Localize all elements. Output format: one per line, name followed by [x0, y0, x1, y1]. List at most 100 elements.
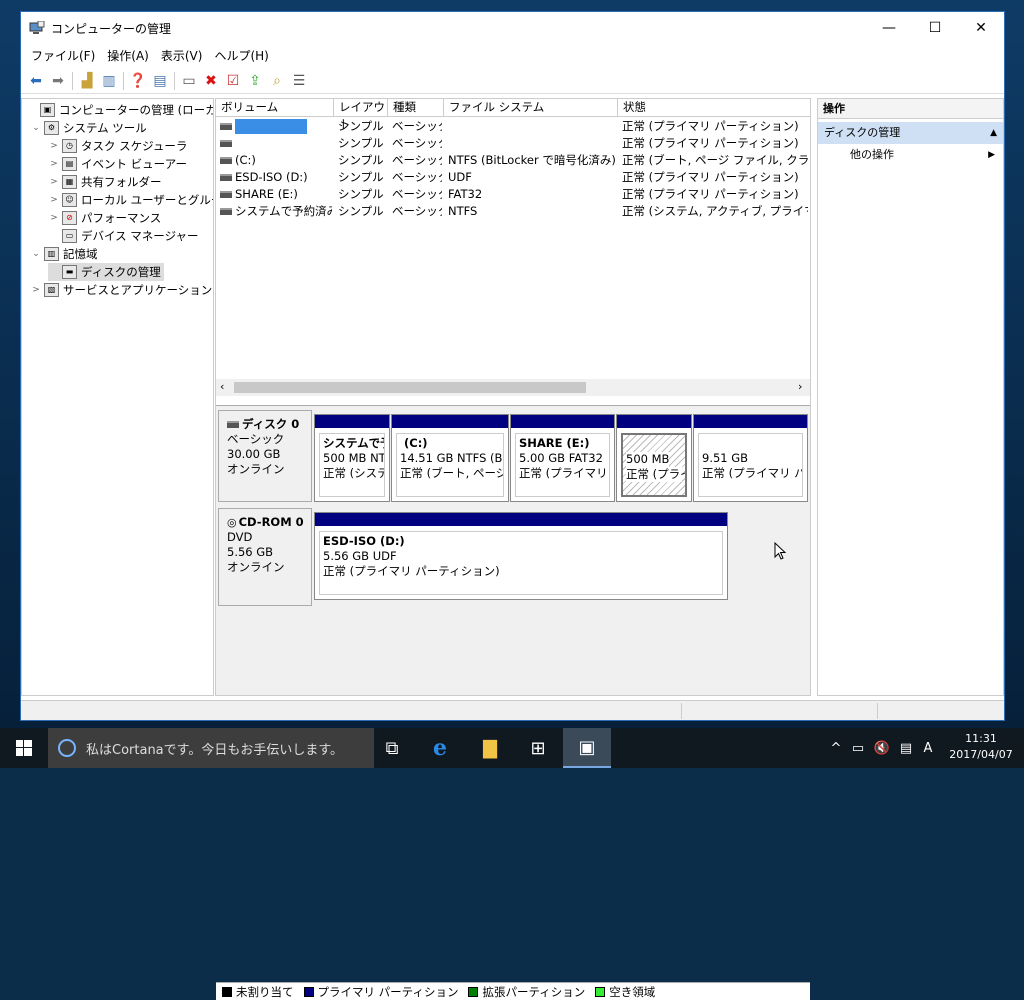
collapse-up-icon[interactable]: ▲ [990, 122, 997, 144]
tree-item-disk-management[interactable]: ▬ ディスクの管理 [48, 263, 164, 281]
show-hide-tree-icon[interactable]: ▥ [98, 70, 120, 92]
tree-item-task-scheduler[interactable]: > ◷ タスク スケジューラ [48, 137, 187, 155]
network-icon[interactable]: ▭ [846, 741, 870, 756]
close-button[interactable]: ✕ [958, 12, 1004, 43]
volume-row[interactable]: シンプルベーシック 正常 (プライマリ パーティション) [216, 118, 810, 135]
tree-label: システム ツール [63, 121, 147, 135]
toolbar-divider [72, 71, 73, 90]
tree-item-services-applications[interactable]: > ▧ サービスとアプリケーション [30, 281, 212, 299]
partition-share-e[interactable]: SHARE (E:) 5.00 GB FAT32 正常 (プライマリ パー [510, 414, 615, 502]
partition-c[interactable]: (C:) 14.51 GB NTFS (BitL 正常 (ブート, ページ フ [391, 414, 509, 502]
maximize-button[interactable]: ☐ [912, 12, 958, 43]
scrollbar-thumb[interactable] [234, 382, 586, 393]
collapse-arrow-icon[interactable]: ⌄ [30, 123, 42, 133]
edge-browser-icon[interactable]: e [416, 728, 464, 768]
expand-arrow-icon[interactable]: > [48, 141, 60, 151]
volume-type-text: ベーシック [392, 187, 442, 201]
export-icon[interactable]: ⇪ [244, 70, 266, 92]
cortana-search-box[interactable]: 私はCortanaです。今日もお手伝いします。 [48, 728, 374, 768]
volume-cell-type: ベーシック [392, 186, 442, 203]
tree-item-system-tools[interactable]: ⌄ ⚙ システム ツール [30, 119, 147, 137]
tree-item-local-users[interactable]: > ☺ ローカル ユーザーとグループ [48, 191, 213, 209]
column-header-volume[interactable]: ボリューム [216, 99, 334, 117]
tree-item-device-manager[interactable]: ▭ デバイス マネージャー [48, 227, 199, 245]
partition-status: 正常 (システム [323, 466, 384, 480]
actions-section-disk-management[interactable]: ディスクの管理 ▲ [818, 122, 1003, 144]
tree-label: ディスクの管理 [81, 265, 161, 279]
expand-arrow-icon[interactable]: > [48, 195, 60, 205]
partition-500mb-selected[interactable]: 500 MB 正常 (プライマ [616, 414, 692, 502]
check-icon[interactable]: ☑ [222, 70, 244, 92]
menu-view[interactable]: 表示(V) [155, 47, 209, 64]
tree-label: サービスとアプリケーション [63, 283, 213, 297]
clock-date: 2017/04/07 [949, 748, 1013, 761]
scroll-left-icon[interactable]: ‹ [220, 380, 224, 393]
delete-icon[interactable]: ✖ [200, 70, 222, 92]
scroll-right-icon[interactable]: › [798, 380, 802, 393]
menu-file[interactable]: ファイル(F) [25, 47, 101, 64]
show-hidden-icons-chevron-icon[interactable]: ^ [826, 741, 846, 756]
volume-muted-icon[interactable]: 🔇 [870, 741, 894, 756]
menu-action[interactable]: 操作(A) [101, 47, 155, 64]
column-header-filesystem[interactable]: ファイル システム [444, 99, 618, 117]
partition-esd-iso-d[interactable]: ESD-ISO (D:) 5.56 GB UDF 正常 (プライマリ パーティシ… [314, 512, 728, 600]
task-view-icon[interactable]: ⧉ [368, 728, 416, 768]
column-header-type[interactable]: 種類 [388, 99, 444, 117]
ime-indicator[interactable]: A [918, 741, 938, 756]
expand-arrow-icon[interactable]: > [48, 159, 60, 169]
menu-help[interactable]: ヘルプ(H) [208, 47, 274, 64]
minimize-button[interactable]: — [866, 12, 912, 43]
volume-row[interactable]: ESD-ISO (D:) シンプルベーシック UDF 正常 (プライマリ パーティショ… [216, 169, 810, 186]
column-header-layout[interactable]: レイアウト [334, 99, 388, 131]
computer-management-window: コンピューターの管理 — ☐ ✕ ファイル(F) 操作(A) 表示(V) ヘルプ… [20, 11, 1005, 1000]
volume-row[interactable]: システムで予約済みシンプルベーシック NTFS 正常 (システム, アクティブ, プ… [216, 203, 810, 220]
horizontal-scrollbar[interactable]: ‹ › [216, 379, 810, 396]
status-bar [21, 700, 1004, 720]
disk-0-name: ディスク 0 [242, 417, 300, 431]
computer-management-taskbar-icon[interactable]: ▣ [563, 728, 611, 768]
forward-icon[interactable]: ➡ [47, 70, 69, 92]
column-header-status[interactable]: 状態 [618, 99, 810, 117]
file-explorer-icon[interactable]: ▇ [466, 728, 514, 768]
help-icon[interactable]: ❓ [127, 70, 149, 92]
volume-row[interactable]: シンプルベーシック 正常 (プライマリ パーティション) [216, 135, 810, 152]
actions-header: 操作 [818, 99, 1003, 119]
action-center-icon[interactable]: ▤ [894, 741, 918, 756]
volume-cell-type: ベーシック [392, 169, 442, 186]
cdrom-0-label[interactable]: ◎ CD-ROM 0 DVD 5.56 GB オンライン [218, 508, 312, 606]
partition-system-reserved[interactable]: システムで予約 500 MB NTF 正常 (システム [314, 414, 390, 502]
primary-partition-bar [315, 513, 727, 526]
storage-icon: ▥ [44, 247, 59, 261]
tree-item-event-viewer[interactable]: > ▤ イベント ビューアー [48, 155, 187, 173]
tree-item-performance[interactable]: > ⊘ パフォーマンス [48, 209, 161, 227]
connect-drive-icon[interactable]: ▭ [178, 70, 200, 92]
properties-icon[interactable]: ☰ [288, 70, 310, 92]
tree-item-storage[interactable]: ⌄ ▥ 記憶域 [30, 245, 98, 263]
users-icon: ☺ [62, 193, 77, 207]
disk-0-label[interactable]: ディスク 0 ベーシック 30.00 GB オンライン [218, 410, 312, 502]
collapse-arrow-icon[interactable]: ⌄ [30, 249, 42, 259]
expand-arrow-icon[interactable]: > [30, 285, 42, 295]
tree-item-computer-management[interactable]: ▣ コンピューターの管理 (ローカル) [26, 101, 213, 119]
volume-row[interactable]: SHARE (E:) シンプルベーシック FAT32 正常 (プライマリ パーティショ… [216, 186, 810, 203]
partition-name: (C:) [404, 436, 428, 450]
partition-9gb[interactable]: 9.51 GB 正常 (プライマリ パーテ [693, 414, 808, 502]
expand-arrow-icon[interactable]: > [48, 177, 60, 187]
clock[interactable]: 11:31 2017/04/07 [948, 731, 1014, 763]
title-bar[interactable]: コンピューターの管理 — ☐ ✕ [21, 12, 1004, 44]
expand-arrow-icon[interactable]: > [48, 213, 60, 223]
action-pane-icon[interactable]: ▤ [149, 70, 171, 92]
back-icon[interactable]: ⬅ [25, 70, 47, 92]
actions-other-operations[interactable]: 他の操作 ▶ [818, 144, 1003, 166]
taskbar: 私はCortanaです。今日もお手伝いします。 ⧉ e ▇ ⊞ ▣ ^ ▭ 🔇 … [0, 728, 1024, 768]
legend-label-free: 空き領域 [609, 984, 656, 999]
up-folder-icon[interactable]: ▟ [76, 70, 98, 92]
tree-label: タスク スケジューラ [81, 139, 188, 153]
start-windows-icon[interactable] [0, 728, 48, 768]
volume-cell-layout: シンプル [338, 135, 386, 152]
partition-size: 14.51 GB NTFS (BitL [400, 451, 503, 465]
search-icon[interactable]: ⌕ [266, 70, 288, 92]
store-icon[interactable]: ⊞ [514, 728, 562, 768]
tree-item-shared-folders[interactable]: > ▦ 共有フォルダー [48, 173, 162, 191]
volume-row[interactable]: (C:) シンプルベーシック NTFS (BitLocker で暗号化済み) 正常 (… [216, 152, 810, 169]
